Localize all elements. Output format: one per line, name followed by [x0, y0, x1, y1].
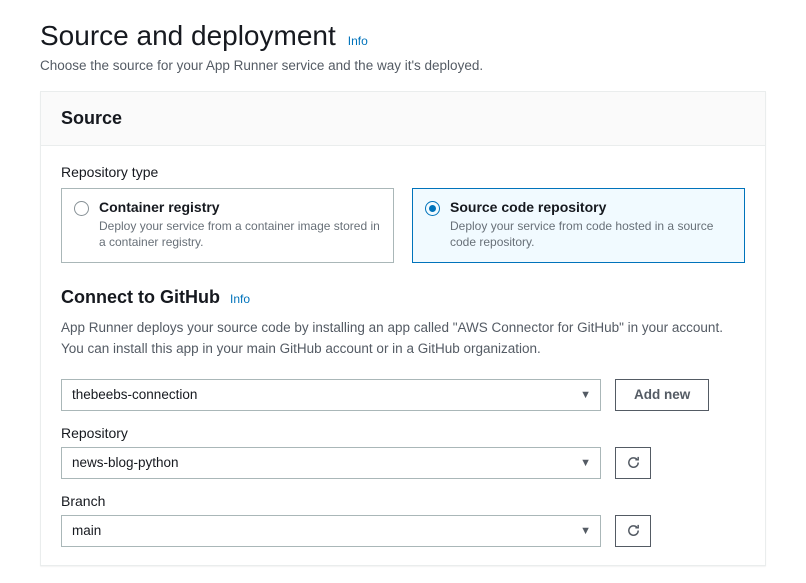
radio-checked-icon: [425, 201, 440, 216]
panel-title: Source: [61, 108, 745, 129]
radio-source-code-repository[interactable]: Source code repository Deploy your servi…: [412, 188, 745, 263]
refresh-icon: [626, 523, 641, 538]
branch-select[interactable]: main: [61, 515, 601, 547]
branch-label: Branch: [61, 493, 745, 509]
github-section-title: Connect to GitHub: [61, 287, 220, 308]
radio-container-desc: Deploy your service from a container ima…: [99, 218, 381, 250]
page-title: Source and deployment: [40, 20, 336, 52]
add-new-button[interactable]: Add new: [615, 379, 709, 411]
refresh-repository-button[interactable]: [615, 447, 651, 479]
refresh-icon: [626, 455, 641, 470]
github-section-desc: App Runner deploys your source code by i…: [61, 318, 745, 359]
repository-label: Repository: [61, 425, 745, 441]
connection-value: thebeebs-connection: [72, 387, 197, 402]
radio-container-registry[interactable]: Container registry Deploy your service f…: [61, 188, 394, 263]
github-info-link[interactable]: Info: [230, 292, 250, 306]
connection-select[interactable]: thebeebs-connection: [61, 379, 601, 411]
repo-type-label: Repository type: [61, 164, 745, 180]
refresh-branch-button[interactable]: [615, 515, 651, 547]
repository-select[interactable]: news-blog-python: [61, 447, 601, 479]
radio-unchecked-icon: [74, 201, 89, 216]
repository-value: news-blog-python: [72, 455, 179, 470]
radio-source-desc: Deploy your service from code hosted in …: [450, 218, 732, 250]
radio-container-title: Container registry: [99, 199, 381, 215]
radio-source-title: Source code repository: [450, 199, 732, 215]
source-panel: Source Repository type Container registr…: [40, 91, 766, 566]
page-subtitle: Choose the source for your App Runner se…: [40, 58, 766, 73]
branch-value: main: [72, 523, 101, 538]
page-info-link[interactable]: Info: [348, 34, 368, 48]
